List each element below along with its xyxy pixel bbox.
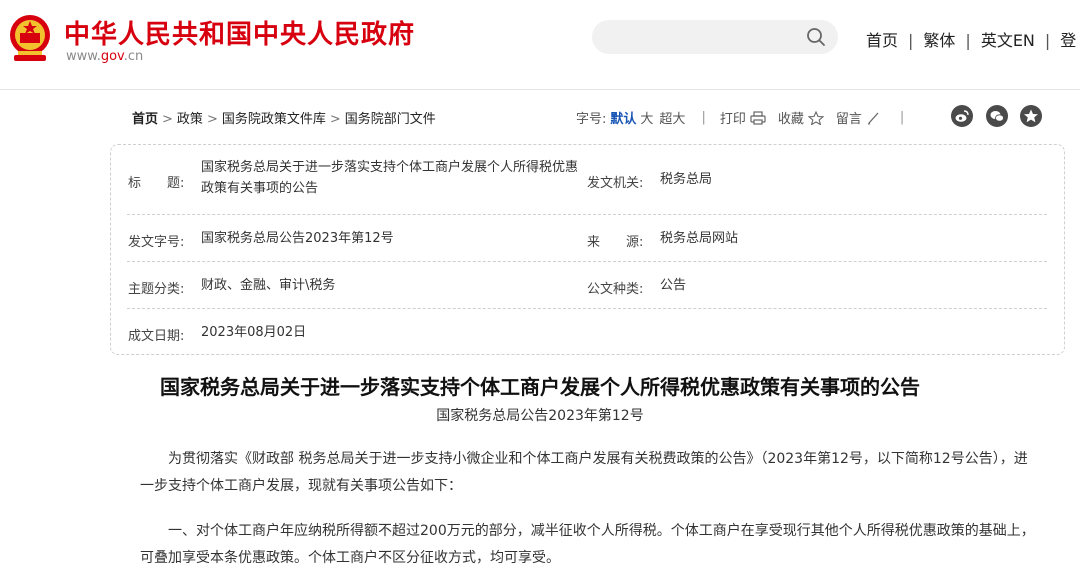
meta-title-value: 国家税务总局关于进一步落实支持个体工商户发展个人所得税优惠政策有关事项的公告 — [201, 160, 579, 196]
meta-date-value: 2023年08月02日 — [201, 325, 307, 340]
toolbar-divider: | — [701, 110, 706, 125]
article-paragraph-1: 为贯彻落实《财政部 税务总局关于进一步支持小微企业和个体工商户发展有关税费政策的… — [140, 451, 1028, 494]
meta-title-label: 标 题: — [128, 176, 185, 191]
printer-icon[interactable] — [750, 110, 766, 125]
font-size-default[interactable]: 默认 — [610, 108, 636, 127]
meta-source-label: 来 源: — [587, 235, 644, 250]
breadcrumb-separator: > — [329, 112, 341, 127]
meta-row-topic: 主题分类: 财政、金融、审计\税务 公文种类: 公告 — [127, 262, 1047, 309]
breadcrumb-separator: > — [162, 112, 173, 127]
breadcrumb-policy[interactable]: 政策 — [177, 112, 203, 127]
site-domain: www.gov.cn — [66, 49, 143, 64]
article-title: 国家税务总局关于进一步落实支持个体工商户发展个人所得税优惠政策有关事项的公告 — [160, 375, 920, 399]
font-size-large[interactable]: 大 — [640, 108, 653, 127]
breadcrumb-dept-docs[interactable]: 国务院部门文件 — [345, 112, 436, 127]
breadcrumb-separator: > — [206, 112, 218, 127]
weibo-share-icon[interactable] — [951, 105, 973, 127]
breadcrumb-home[interactable]: 首页 — [132, 112, 158, 127]
nav-english[interactable]: 英文EN — [981, 31, 1035, 50]
nav-traditional[interactable]: 繁体 — [923, 31, 955, 50]
meta-row-title: 标 题: 国家税务总局关于进一步落实支持个体工商户发展个人所得税优惠政策有关事项… — [127, 145, 1047, 215]
breadcrumb: 首页 > 政策 > 国务院政策文件库 > 国务院部门文件 — [132, 108, 436, 127]
domain-prefix: www. — [66, 49, 101, 64]
toolbar-divider: | — [899, 110, 905, 125]
meta-date-label: 成文日期: — [128, 329, 185, 344]
meta-type-value: 公告 — [660, 278, 687, 293]
meta-source-value: 税务总局网站 — [660, 231, 739, 246]
pencil-icon[interactable] — [866, 111, 882, 125]
qzone-share-icon[interactable] — [1020, 105, 1042, 127]
meta-topic-label: 主题分类: — [128, 282, 185, 297]
site-header: 中华人民共和国中央人民政府 www.gov.cn 首页 | 繁体 | 英文EN | 登 — [0, 0, 1080, 90]
domain-suffix: .cn — [123, 49, 144, 64]
font-size-label: 字号: — [576, 112, 607, 127]
top-nav: 首页 | 繁体 | 英文EN | 登 — [866, 27, 1076, 51]
meta-row-date: 成文日期: 2023年08月02日 — [127, 309, 1047, 355]
domain-gov: gov — [100, 49, 124, 64]
site-title[interactable]: 中华人民共和国中央人民政府 — [64, 14, 415, 51]
meta-docno-label: 发文字号: — [128, 235, 185, 250]
comment-button[interactable]: 留言 — [836, 108, 862, 127]
font-size-xlarge[interactable]: 超大 — [659, 108, 685, 127]
nav-home[interactable]: 首页 — [866, 31, 898, 50]
print-button[interactable]: 打印 — [720, 108, 746, 127]
breadcrumb-library[interactable]: 国务院政策文件库 — [222, 112, 326, 127]
search-icon[interactable] — [806, 27, 826, 47]
article-paragraph-2: 一、对个体工商户年应纳税所得额不超过200万元的部分，减半征收个人所得税。个体工… — [140, 523, 1035, 566]
nav-login[interactable]: 登 — [1060, 31, 1076, 50]
meta-issuer-value: 税务总局 — [660, 172, 713, 187]
meta-docno-value: 国家税务总局公告2023年第12号 — [201, 231, 394, 246]
nav-divider: | — [965, 31, 971, 50]
favorite-button[interactable]: 收藏 — [778, 108, 804, 127]
meta-topic-value: 财政、金融、审计\税务 — [201, 278, 336, 293]
nav-divider: | — [1044, 31, 1051, 50]
wechat-share-icon[interactable] — [986, 105, 1008, 127]
search-input[interactable] — [592, 20, 838, 54]
article-subtitle: 国家税务总局公告2023年第12号 — [436, 408, 644, 424]
meta-row-docno: 发文字号: 国家税务总局公告2023年第12号 来 源: 税务总局网站 — [127, 215, 1047, 262]
article-toolbar: 字号: 默认 大 超大 | 打印 收藏 留言 | — [576, 108, 918, 127]
star-icon[interactable] — [807, 110, 824, 125]
meta-type-label: 公文种类: — [587, 282, 644, 297]
national-emblem-icon[interactable] — [8, 11, 52, 63]
meta-issuer-label: 发文机关: — [587, 176, 644, 191]
document-meta-table: 标 题: 国家税务总局关于进一步落实支持个体工商户发展个人所得税优惠政策有关事项… — [110, 144, 1065, 355]
nav-divider: | — [908, 31, 914, 50]
